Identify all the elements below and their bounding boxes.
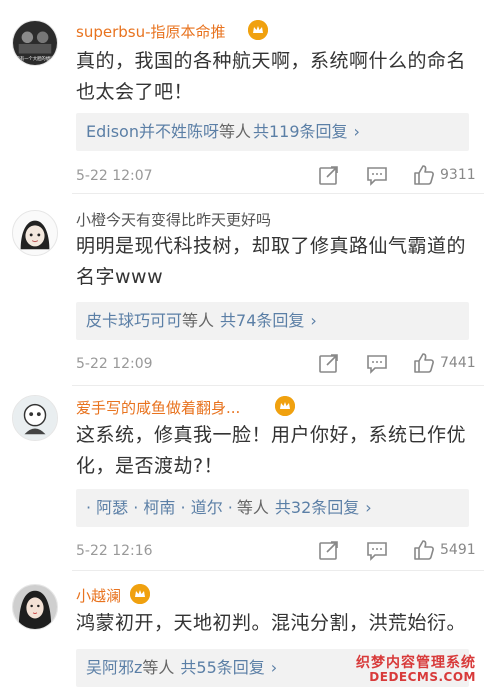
avatar[interactable] — [12, 210, 58, 256]
comment-text: 真的，我国的各种航天啊，系统啊什么的命名 也太会了吧！ — [76, 50, 467, 103]
avatar[interactable] — [12, 584, 58, 630]
reply-mid: 等人 — [236, 498, 269, 517]
username[interactable]: 小橙今天有变得比昨天更好吗 — [76, 210, 271, 230]
reply-count[interactable]: 共55条回复 — [180, 658, 264, 677]
username[interactable]: 小越澜 — [76, 586, 121, 606]
thumbs-up-icon[interactable] — [413, 352, 435, 374]
comment-item: 小橙今天有变得比昨天更好吗 明明是现代科技树，却取了修真路仙气霸道的 名字www… — [0, 193, 484, 385]
action-bar: 5491 — [0, 539, 484, 563]
reply-names[interactable]: · 阿瑟 · 柯南 · 道尔 · — [86, 498, 233, 517]
reply-count[interactable]: 共74条回复 — [220, 311, 304, 330]
share-icon[interactable] — [318, 164, 340, 186]
share-icon[interactable] — [318, 352, 340, 374]
chevron-right-icon: › — [310, 311, 317, 330]
comment-icon[interactable] — [366, 352, 388, 374]
like-count: 5491 — [440, 542, 476, 558]
username[interactable]: 爱手写的咸鱼做着翻身... — [76, 398, 240, 418]
vip-crown-icon — [130, 584, 150, 604]
avatar[interactable]: 我有一个大胆的想法 — [12, 20, 58, 66]
reply-summary[interactable]: 皮卡球巧可可等人 共74条回复 › — [76, 302, 469, 340]
username[interactable]: superbsu-指原本命推 — [76, 22, 226, 42]
avatar[interactable] — [12, 395, 58, 441]
reply-names[interactable]: 皮卡球巧可可 — [86, 311, 182, 330]
chevron-right-icon: › — [270, 658, 278, 677]
vip-crown-icon — [248, 20, 268, 40]
action-bar: 7441 — [0, 352, 484, 376]
reply-summary[interactable]: Edison并不姓陈呀等人 共119条回复 › — [76, 113, 469, 151]
comment-icon[interactable] — [366, 164, 388, 186]
thumbs-up-icon[interactable] — [413, 164, 435, 186]
chevron-right-icon: › — [365, 498, 372, 517]
chevron-right-icon: › — [353, 122, 360, 141]
comment-text: 鸿蒙初开，天地初判。混沌分割，洪荒始衍。 — [76, 612, 467, 634]
reply-count[interactable]: 共32条回复 — [275, 498, 359, 517]
watermark-url: DEDECMS.COM — [369, 670, 476, 684]
reply-summary[interactable]: · 阿瑟 · 柯南 · 道尔 · 等人 共32条回复 › — [76, 489, 469, 527]
comment-text: 明明是现代科技树，却取了修真路仙气霸道的 名字www — [76, 235, 467, 288]
thumbs-up-icon[interactable] — [413, 539, 435, 561]
comment-item: 爱手写的咸鱼做着翻身... 这系统，修真我一脸！用户你好，系统已作优 化，是否渡… — [0, 385, 484, 565]
comment-item: 我有一个大胆的想法 superbsu-指原本命推 真的，我国的各种航天啊，系统啊… — [0, 0, 484, 193]
reply-mid: 等人 — [218, 122, 251, 141]
vip-crown-icon — [275, 396, 295, 416]
action-bar: 9311 — [0, 164, 484, 188]
comment-icon[interactable] — [366, 539, 388, 561]
comment-text: 这系统，修真我一脸！用户你好，系统已作优 化，是否渡劫?！ — [76, 424, 467, 477]
reply-count[interactable]: 共119条回复 — [253, 122, 348, 141]
reply-names[interactable]: 吴阿邪z — [86, 658, 142, 677]
reply-names[interactable]: Edison并不姓陈呀 — [86, 122, 219, 141]
share-icon[interactable] — [318, 539, 340, 561]
reply-mid: 等人 — [182, 311, 215, 330]
like-count: 9311 — [440, 167, 476, 183]
reply-mid: 等人 — [142, 658, 175, 677]
like-count: 7441 — [440, 355, 476, 371]
watermark-title: 织梦内容管理系统 — [356, 655, 476, 671]
